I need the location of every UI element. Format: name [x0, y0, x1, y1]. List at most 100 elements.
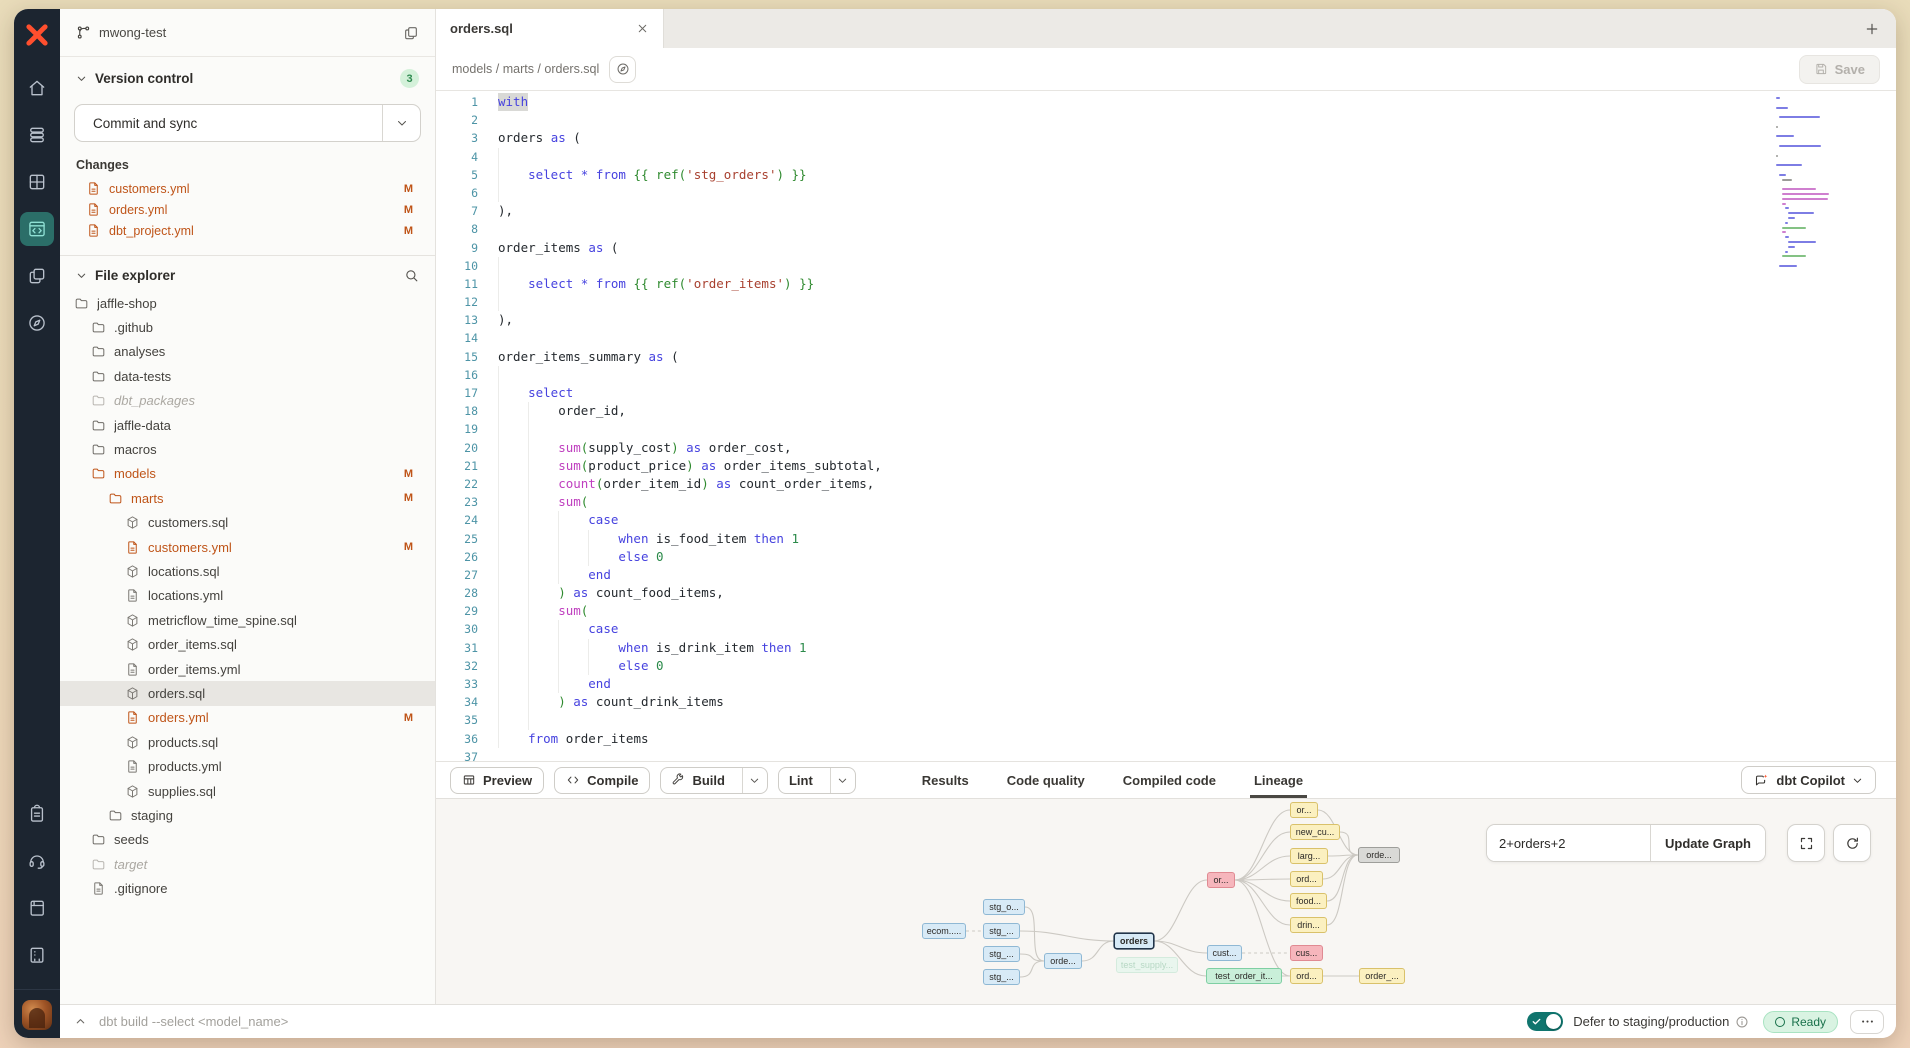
commit-options-dropdown[interactable]	[382, 105, 420, 141]
close-icon[interactable]	[636, 22, 649, 35]
build-button[interactable]: Build	[661, 768, 735, 793]
lineage-node-ord2[interactable]: ord...	[1290, 968, 1323, 984]
search-icon[interactable]	[404, 268, 419, 283]
file-tree-item-locations-sql[interactable]: locations.sql	[60, 559, 435, 583]
save-button[interactable]: Save	[1799, 55, 1880, 84]
file-tree-item-marts[interactable]: martsM	[60, 486, 435, 510]
lineage-node-larg[interactable]: larg...	[1290, 848, 1328, 864]
save-label: Save	[1835, 62, 1865, 77]
lineage-node-ecom[interactable]: ecom.....	[922, 923, 966, 939]
lineage-node-stg_o[interactable]: stg_o...	[983, 899, 1025, 915]
file-tree-item-jaffle-data[interactable]: jaffle-data	[60, 413, 435, 437]
minimap[interactable]	[1776, 97, 1846, 274]
tab-compiled-code[interactable]: Compiled code	[1123, 762, 1216, 798]
tab-lineage[interactable]: Lineage	[1254, 762, 1303, 798]
lineage-node-ord1[interactable]: ord...	[1290, 871, 1323, 887]
lint-options-dropdown[interactable]	[830, 768, 855, 793]
rail-item-support-headset[interactable]	[20, 844, 54, 878]
chevron-up-icon[interactable]	[74, 1015, 87, 1028]
code-editor[interactable]: 1with23orders as (45select * from {{ ref…	[436, 91, 1896, 761]
file-tree-item-seeds[interactable]: seeds	[60, 828, 435, 852]
new-tab-button[interactable]	[1864, 21, 1880, 37]
refresh-button[interactable]	[1833, 824, 1871, 862]
rail-item-projects-squares[interactable]	[20, 259, 54, 293]
version-control-header[interactable]: Version control 3	[60, 57, 435, 96]
file-tree-item-metricflow-time-spine-sql[interactable]: metricflow_time_spine.sql	[60, 608, 435, 632]
lineage-node-orders[interactable]: orders	[1114, 933, 1154, 949]
lineage-node-cust[interactable]: cust...	[1207, 945, 1242, 961]
compile-button[interactable]: Compile	[554, 767, 650, 794]
open-in-explorer-button[interactable]	[609, 56, 636, 83]
lineage-node-or_p[interactable]: or...	[1207, 872, 1235, 888]
tab-code-quality[interactable]: Code quality	[1007, 762, 1085, 798]
file-tree-item-order-items-sql[interactable]: order_items.sql	[60, 632, 435, 656]
file-tree-item-target[interactable]: target	[60, 852, 435, 876]
lineage-node-food[interactable]: food...	[1290, 893, 1327, 909]
lineage-node-or_y[interactable]: or...	[1290, 802, 1318, 818]
file-tree-item-products-sql[interactable]: products.sql	[60, 730, 435, 754]
lineage-node-cus_p[interactable]: cus...	[1290, 945, 1323, 961]
file-tree-item-orders-sql[interactable]: orders.sql	[60, 681, 435, 705]
lineage-node-drin[interactable]: drin...	[1290, 917, 1327, 933]
file-tree-item-staging[interactable]: staging	[60, 803, 435, 827]
update-graph-button[interactable]: Update Graph	[1650, 825, 1765, 861]
lineage-node-test_oi[interactable]: test_order_it...	[1206, 968, 1282, 984]
rail-item-ide-code-window[interactable]	[20, 212, 54, 246]
lineage-node-new_cu[interactable]: new_cu...	[1290, 824, 1340, 840]
copy-icon[interactable]	[403, 25, 419, 41]
dbt-logo[interactable]	[21, 19, 53, 51]
rail-item-apps-grid[interactable]	[20, 165, 54, 199]
file-tree-item-jaffle-shop[interactable]: jaffle-shop	[60, 291, 435, 315]
file-tree-item-locations-yml[interactable]: locations.yml	[60, 584, 435, 608]
fullscreen-button[interactable]	[1787, 824, 1825, 862]
file-tree-item-macros[interactable]: macros	[60, 437, 435, 461]
more-options-button[interactable]	[1850, 1010, 1884, 1034]
lineage-node-orde1[interactable]: orde...	[1044, 953, 1082, 969]
rail-item-explore-compass[interactable]	[20, 306, 54, 340]
lineage-node-orde_g[interactable]: orde...	[1358, 847, 1400, 863]
lineage-node-stg_3[interactable]: stg_...	[983, 969, 1020, 985]
defer-toggle[interactable]	[1527, 1012, 1563, 1031]
info-icon[interactable]	[1735, 1015, 1749, 1029]
rail-item-environment-card[interactable]	[20, 938, 54, 972]
file-tree-item-customers-yml[interactable]: customers.ymlM	[60, 535, 435, 559]
user-avatar[interactable]	[22, 1000, 52, 1030]
file-tree-item--gitignore[interactable]: .gitignore	[60, 876, 435, 900]
lineage-node-test_supply[interactable]: test_supply...	[1116, 957, 1178, 973]
file-tree-item-orders-yml[interactable]: orders.ymlM	[60, 706, 435, 730]
preview-button[interactable]: Preview	[450, 767, 544, 794]
tab-results[interactable]: Results	[922, 762, 969, 798]
dbt-copilot-button[interactable]: dbt Copilot	[1741, 766, 1876, 794]
rail-item-docs-book[interactable]	[20, 891, 54, 925]
lineage-node-stg_1[interactable]: stg_...	[983, 923, 1020, 939]
rail-item-home[interactable]	[20, 71, 54, 105]
file-tree-item-data-tests[interactable]: data-tests	[60, 364, 435, 388]
lineage-selector-input[interactable]	[1487, 825, 1650, 861]
build-options-dropdown[interactable]	[742, 768, 767, 793]
changed-file-row[interactable]: customers.yml M	[60, 178, 435, 199]
tab-orders-sql[interactable]: orders.sql	[436, 9, 664, 48]
file-tree-item-supplies-sql[interactable]: supplies.sql	[60, 779, 435, 803]
file-tree-item-analyses[interactable]: analyses	[60, 340, 435, 364]
status-badge[interactable]: Ready	[1763, 1011, 1838, 1033]
line-number: 31	[436, 639, 498, 657]
file-tree-item-models[interactable]: modelsM	[60, 462, 435, 486]
doc-icon	[125, 588, 140, 603]
file-tree-item-customers-sql[interactable]: customers.sql	[60, 511, 435, 535]
rail-item-warehouse-stack[interactable]	[20, 118, 54, 152]
file-tree-item-order-items-yml[interactable]: order_items.yml	[60, 657, 435, 681]
file-explorer-header[interactable]: File explorer	[60, 256, 435, 291]
commit-and-sync-button[interactable]: Commit and sync	[74, 104, 421, 142]
code-line: 4	[436, 148, 1896, 166]
lineage-node-stg_2[interactable]: stg_...	[983, 946, 1020, 962]
line-number: 37	[436, 748, 498, 761]
file-tree-item-dbt-packages[interactable]: dbt_packages	[60, 389, 435, 413]
command-input[interactable]	[99, 1014, 1527, 1029]
changed-file-row[interactable]: dbt_project.yml M	[60, 220, 435, 241]
file-tree-item-products-yml[interactable]: products.yml	[60, 754, 435, 778]
changed-file-row[interactable]: orders.yml M	[60, 199, 435, 220]
file-tree-item--github[interactable]: .github	[60, 315, 435, 339]
rail-item-clipboard[interactable]	[20, 797, 54, 831]
lineage-node-order_y[interactable]: order_...	[1359, 968, 1405, 984]
lint-button[interactable]: Lint	[779, 768, 823, 793]
